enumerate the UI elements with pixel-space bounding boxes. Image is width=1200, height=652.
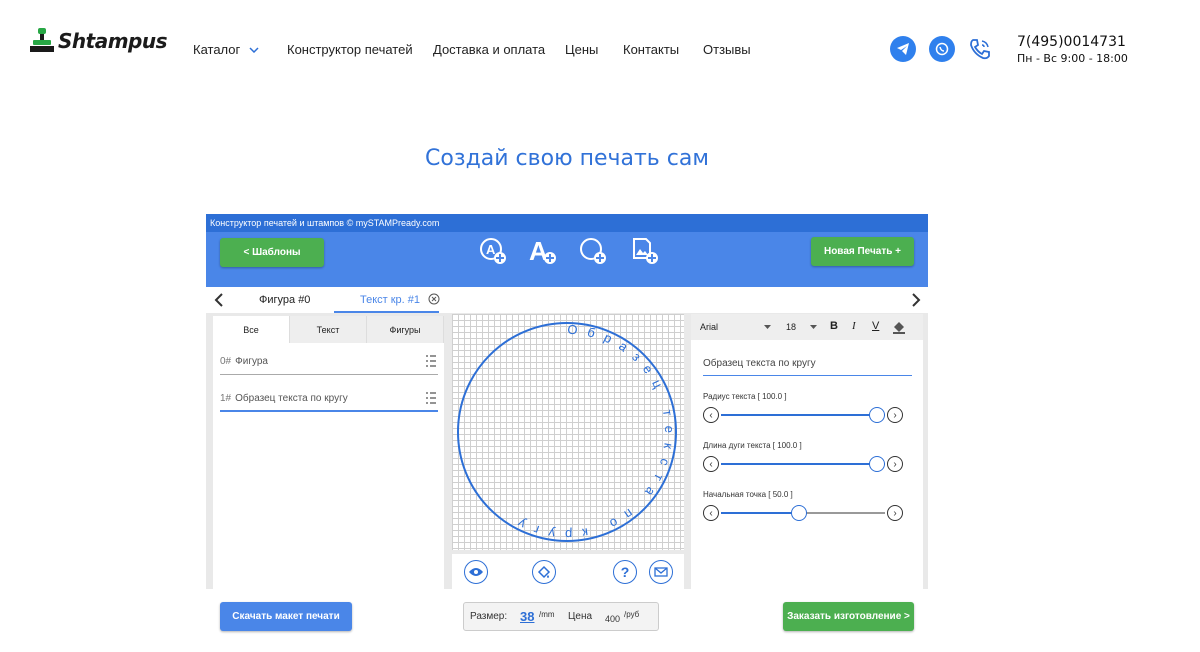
list-menu-icon[interactable] bbox=[426, 355, 436, 367]
increase-icon[interactable]: › bbox=[887, 456, 903, 472]
stamp-constructor-app: Конструктор печатей и штампов © mySTAMPr… bbox=[206, 214, 928, 652]
nav-reviews[interactable]: Отзывы bbox=[703, 42, 751, 57]
layer-label: Фигура bbox=[235, 356, 268, 367]
contact-block: 7(495)0014731 Пн - Вс 9:00 - 18:00 bbox=[1017, 34, 1128, 65]
paint-bucket-icon[interactable] bbox=[892, 320, 906, 334]
mail-icon[interactable] bbox=[649, 560, 673, 584]
add-circle-text-icon[interactable]: A bbox=[478, 236, 508, 266]
object-tabs: Фигура #0 Текст кр. #1 bbox=[206, 287, 928, 313]
app-title: Конструктор печатей и штампов © mySTAMPr… bbox=[206, 214, 928, 232]
telegram-icon[interactable] bbox=[890, 36, 916, 62]
fill-color-icon[interactable] bbox=[532, 560, 556, 584]
stamp-preview: Образец текста по кругу bbox=[457, 322, 677, 543]
nav-delivery[interactable]: Доставка и оплата bbox=[433, 42, 545, 57]
svg-text:A: A bbox=[486, 242, 496, 257]
layer-label: Образец текста по кругу bbox=[235, 392, 348, 404]
chevron-down-icon[interactable] bbox=[249, 47, 259, 53]
slider-thumb[interactable] bbox=[869, 456, 885, 472]
phone-number[interactable]: 7(495)0014731 bbox=[1017, 34, 1128, 50]
chevron-left-icon[interactable] bbox=[214, 293, 224, 307]
start-point-slider[interactable]: ‹ › bbox=[703, 505, 915, 521]
bold-button[interactable]: B bbox=[830, 320, 838, 332]
text-input[interactable]: Образец текста по кругу bbox=[703, 358, 912, 376]
main-nav: Каталог Конструктор печатей Доставка и о… bbox=[193, 42, 753, 58]
logo[interactable]: Shtampus bbox=[30, 28, 168, 54]
increase-icon[interactable]: › bbox=[887, 407, 903, 423]
slider-track bbox=[721, 463, 885, 465]
templates-button[interactable]: < Шаблоны bbox=[220, 238, 324, 267]
font-size-dropdown-icon[interactable] bbox=[810, 325, 817, 329]
filter-all[interactable]: Все bbox=[213, 316, 290, 343]
slider-track bbox=[721, 414, 885, 416]
nav-contacts[interactable]: Контакты bbox=[623, 42, 679, 57]
add-shape-icon[interactable] bbox=[578, 236, 608, 266]
layer-item[interactable]: 1# Образец текста по кругу bbox=[220, 386, 438, 412]
layer-filter-tabs: Все Текст Фигуры bbox=[213, 316, 444, 343]
properties-panel: Arial 18 B I V Образец текста по кругу Р… bbox=[691, 314, 923, 589]
app-toolbar: < Шаблоны A A Новая Печать + bbox=[206, 232, 928, 287]
text-format-toolbar: Arial 18 B I V bbox=[691, 314, 923, 340]
help-icon[interactable]: ? bbox=[613, 560, 637, 584]
tab-shape-0[interactable]: Фигура #0 bbox=[259, 294, 310, 306]
layer-item[interactable]: 0# Фигура bbox=[220, 349, 438, 375]
size-value[interactable]: 38 bbox=[520, 609, 534, 624]
font-dropdown-icon[interactable] bbox=[764, 325, 771, 329]
order-button[interactable]: Заказать изготовление > bbox=[783, 602, 914, 631]
filter-text[interactable]: Текст bbox=[290, 316, 367, 343]
whatsapp-icon[interactable] bbox=[929, 36, 955, 62]
canvas-tools: ? bbox=[452, 554, 684, 589]
layers-panel: Все Текст Фигуры 0# Фигура 1# Образец те… bbox=[213, 316, 444, 589]
price-label: Цена bbox=[568, 611, 593, 622]
slider-thumb[interactable] bbox=[791, 505, 807, 521]
price-unit: /руб bbox=[624, 610, 640, 619]
price-value: 400 bbox=[605, 614, 621, 624]
slider-thumb[interactable] bbox=[869, 407, 885, 423]
add-image-icon[interactable] bbox=[630, 236, 660, 266]
arc-length-slider[interactable]: ‹ › bbox=[703, 456, 915, 472]
close-tab-icon[interactable] bbox=[428, 293, 440, 305]
size-price-box: Размер: 38 /mm Цена 400 /руб bbox=[463, 602, 659, 631]
tab-circle-text-1[interactable]: Текст кр. #1 bbox=[360, 294, 420, 306]
bottom-bar: Скачать макет печати Размер: 38 /mm Цена… bbox=[206, 589, 928, 652]
logo-text: Shtampus bbox=[58, 29, 168, 53]
nav-stamp-constructor[interactable]: Конструктор печатей bbox=[287, 42, 413, 57]
page-title: Создай свою печать сам bbox=[425, 146, 709, 171]
slider-track-rest bbox=[803, 512, 885, 514]
chevron-right-icon[interactable] bbox=[911, 293, 921, 307]
filter-shapes[interactable]: Фигуры bbox=[367, 316, 444, 343]
stamp-canvas[interactable]: Образец текста по кругу bbox=[452, 314, 684, 550]
eye-icon[interactable] bbox=[464, 560, 488, 584]
italic-button[interactable]: I bbox=[852, 320, 856, 332]
radius-label: Радиус текста [ 100.0 ] bbox=[703, 392, 787, 401]
phone-icon[interactable] bbox=[967, 36, 993, 62]
layer-index: 0# bbox=[220, 356, 232, 367]
nav-prices[interactable]: Цены bbox=[565, 42, 598, 57]
working-hours: Пн - Вс 9:00 - 18:00 bbox=[1017, 52, 1128, 65]
decrease-icon[interactable]: ‹ bbox=[703, 456, 719, 472]
start-point-label: Начальная точка [ 50.0 ] bbox=[703, 490, 793, 499]
list-menu-icon[interactable] bbox=[426, 392, 436, 404]
radius-slider[interactable]: ‹ › bbox=[703, 407, 915, 423]
decrease-icon[interactable]: ‹ bbox=[703, 505, 719, 521]
site-header: Shtampus Каталог Конструктор печатей Дос… bbox=[0, 0, 1200, 100]
stamp-logo-icon bbox=[30, 28, 54, 52]
nav-catalog[interactable]: Каталог bbox=[193, 42, 240, 57]
layer-index: 1# bbox=[220, 392, 232, 404]
increase-icon[interactable]: › bbox=[887, 505, 903, 521]
arc-length-label: Длина дуги текста [ 100.0 ] bbox=[703, 441, 802, 450]
active-tab-indicator bbox=[334, 311, 439, 313]
decrease-icon[interactable]: ‹ bbox=[703, 407, 719, 423]
size-label: Размер: bbox=[470, 611, 508, 622]
new-stamp-button[interactable]: Новая Печать + bbox=[811, 237, 914, 266]
text-direction-button[interactable]: V bbox=[872, 320, 879, 332]
stamp-circle-text: Образец текста по кругу bbox=[507, 322, 677, 543]
download-layout-button[interactable]: Скачать макет печати bbox=[220, 602, 352, 631]
font-select[interactable]: Arial bbox=[700, 322, 718, 332]
add-text-icon[interactable]: A bbox=[528, 236, 558, 266]
font-size-select[interactable]: 18 bbox=[786, 322, 796, 332]
size-unit: /mm bbox=[539, 610, 555, 619]
